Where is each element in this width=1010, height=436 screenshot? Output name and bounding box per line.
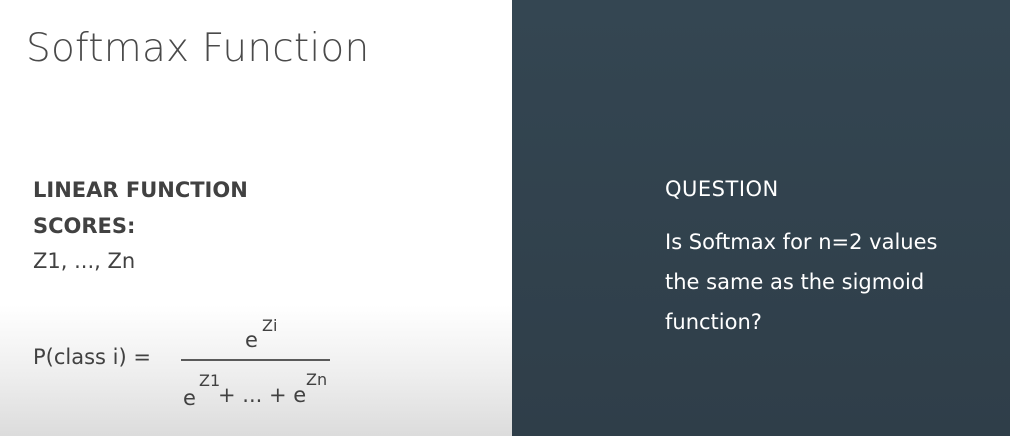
formula-lhs: P(class i) =: [33, 345, 151, 369]
left-panel: Softmax Function LINEAR FUNCTION SCORES:…: [0, 0, 512, 436]
denominator-last-exponent: Zn: [306, 370, 328, 389]
denominator-term1-base: e: [183, 386, 196, 410]
question-heading: QUESTION: [665, 177, 779, 201]
numerator-base: e: [245, 328, 258, 352]
question-text: Is Softmax for n=2 values the same as th…: [665, 230, 938, 334]
denominator-term1-exponent: Z1: [199, 371, 221, 390]
scores-list: Z1, ..., Zn: [33, 249, 136, 273]
right-panel: [512, 0, 1010, 436]
fraction-bar: [181, 359, 330, 361]
linear-function-heading: LINEAR FUNCTION SCORES:: [33, 178, 248, 238]
denominator-middle: + ... + e: [218, 383, 307, 407]
slide-title: Softmax Function: [26, 26, 370, 71]
numerator-exponent: Zi: [262, 316, 278, 335]
